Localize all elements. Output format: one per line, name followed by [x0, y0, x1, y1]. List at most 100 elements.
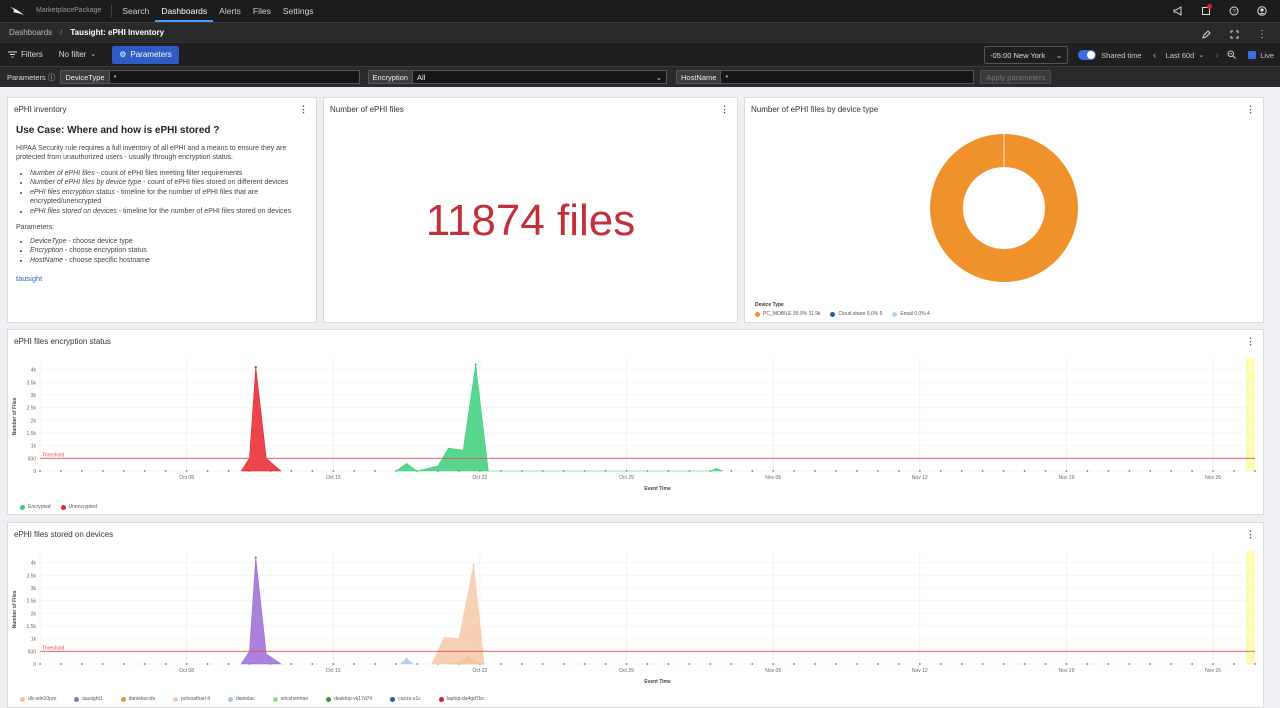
- baseline-point: [122, 470, 125, 472]
- baseline-point: [960, 663, 963, 665]
- legend-item[interactable]: Cloud share 0.0% 5: [830, 311, 882, 317]
- baseline-point: [793, 663, 796, 665]
- notification-icon[interactable]: [1192, 0, 1220, 22]
- x-tick-label: Nov 26: [1205, 475, 1221, 481]
- legend-label: danielaccds: [128, 696, 156, 702]
- baseline-point: [290, 470, 293, 472]
- legend-item[interactable]: ericsherman: [272, 696, 308, 702]
- legend-swatch: [326, 696, 332, 702]
- legend-item[interactable]: desktop-vk17d74: [326, 696, 372, 702]
- nav-files[interactable]: Files: [247, 0, 277, 22]
- chevron-down-icon[interactable]: ⌄: [1198, 51, 1204, 59]
- hostname-input[interactable]: *: [721, 70, 975, 84]
- nav-settings[interactable]: Settings: [277, 0, 320, 22]
- legend-item[interactable]: cuzzo-x1c: [390, 696, 421, 702]
- no-filter-dropdown[interactable]: No filter ⌄: [51, 46, 104, 64]
- series-area-encrypted[interactable]: [395, 364, 724, 472]
- package-name[interactable]: MarketplacePackage: [36, 5, 113, 17]
- filters-button[interactable]: Filters: [0, 46, 51, 64]
- baseline-point: [164, 663, 167, 665]
- panel-menu-icon[interactable]: ⋮: [720, 104, 729, 115]
- y-axis-label: Number of Files: [12, 397, 18, 435]
- help-icon[interactable]: ?: [1220, 0, 1248, 22]
- x-tick-label: Oct 22: [473, 475, 488, 481]
- next-range-arrow-icon[interactable]: ›: [1210, 50, 1224, 60]
- shared-time-toggle[interactable]: [1078, 50, 1097, 60]
- y-tick-label: 0: [33, 662, 36, 668]
- previous-range-arrow-icon[interactable]: ‹: [1148, 50, 1162, 60]
- baseline-point: [939, 470, 942, 472]
- nav-right-tools: ?: [1164, 0, 1276, 22]
- peak-point[interactable]: [254, 365, 257, 369]
- nav-search[interactable]: Search: [116, 0, 155, 22]
- baseline-point: [1044, 470, 1047, 472]
- baseline-point: [101, 663, 104, 665]
- list-item: Encryption - choose encryption status: [30, 246, 308, 256]
- legend-swatch: [892, 311, 898, 317]
- encryption-select[interactable]: All ⌄: [412, 70, 667, 84]
- apply-parameters-button[interactable]: Apply parameters: [980, 70, 1052, 84]
- legend-item[interactable]: Email 0.0% 4: [892, 311, 930, 317]
- parameters-button[interactable]: ⚙ Parameters: [112, 45, 179, 64]
- nav-alerts[interactable]: Alerts: [213, 0, 247, 22]
- nav-dashboards[interactable]: Dashboards: [155, 0, 214, 22]
- baseline-point: [1023, 663, 1026, 665]
- time-range-select[interactable]: Last 60d: [1166, 51, 1195, 60]
- megaphone-icon[interactable]: [1164, 0, 1192, 22]
- baseline-point: [1086, 663, 1089, 665]
- baseline-point: [730, 470, 733, 472]
- peak-point[interactable]: [472, 564, 475, 567]
- legend-item[interactable]: laptop-da4gd7bc: [438, 696, 484, 702]
- falcon-logo-icon[interactable]: [6, 0, 28, 22]
- hostname-label: HostName: [675, 70, 722, 84]
- baseline-point: [164, 470, 167, 472]
- panel-description-list: Number of ePHI files - count of ePHI fil…: [30, 169, 308, 217]
- legend-item[interactable]: Encrypted: [20, 504, 51, 510]
- tausight-link[interactable]: tausight: [16, 274, 308, 284]
- peak-point[interactable]: [405, 657, 408, 661]
- legend-item[interactable]: danielaccds: [120, 696, 156, 702]
- baseline-point: [1149, 663, 1152, 665]
- baseline-point: [646, 663, 649, 665]
- baseline-point: [1023, 470, 1026, 472]
- legend-item[interactable]: PC_MOBILE 99.9% 11.9k: [755, 311, 820, 317]
- baseline-point: [1191, 470, 1194, 472]
- x-axis-label: Event Time: [644, 486, 671, 492]
- legend-swatch: [272, 696, 278, 702]
- legend-item[interactable]: danielac: [227, 696, 255, 702]
- series-area-pchoudhari-lt[interactable]: [431, 565, 485, 665]
- baseline-point: [1002, 663, 1005, 665]
- breadcrumb-dashboards[interactable]: Dashboards: [9, 28, 52, 37]
- series-area-unencrypted[interactable]: [240, 367, 282, 472]
- timezone-select[interactable]: -05:00 New York ⌄: [984, 46, 1069, 64]
- threshold-label: Threshold: [42, 645, 64, 651]
- legend-item[interactable]: tausight1: [74, 696, 103, 702]
- baseline-point: [877, 663, 879, 665]
- baseline-point: [395, 663, 398, 665]
- live-range-highlight: [1246, 358, 1255, 471]
- baseline-point: [604, 663, 607, 665]
- baseline-point: [625, 663, 628, 665]
- baseline-point: [897, 663, 900, 665]
- baseline-point: [1170, 470, 1173, 472]
- timezone-value: -05:00 New York: [990, 50, 1046, 60]
- zoom-out-icon[interactable]: [1224, 50, 1238, 61]
- legend-item[interactable]: Unencrypted: [60, 504, 97, 510]
- baseline-point: [751, 663, 754, 665]
- y-tick-label: 0: [33, 469, 36, 475]
- list-item: DeviceType - choose device type: [30, 237, 308, 247]
- legend-item[interactable]: pchoudhari-lt: [173, 696, 210, 702]
- device-type-input[interactable]: *: [109, 70, 360, 84]
- live-range-highlight: [1246, 551, 1255, 664]
- peak-point[interactable]: [254, 556, 257, 559]
- legend-item[interactable]: dlc-win10pro: [20, 696, 56, 702]
- peak-point[interactable]: [474, 363, 477, 366]
- baseline-point: [332, 470, 335, 472]
- live-checkbox[interactable]: [1248, 51, 1257, 59]
- panel-menu-icon[interactable]: ⋮: [299, 104, 308, 115]
- user-icon[interactable]: [1248, 0, 1276, 22]
- series-area-tausight1[interactable]: [240, 557, 282, 665]
- chevron-down-icon: ⌄: [1055, 50, 1063, 60]
- main-nav: Search Dashboards Alerts Files Settings: [116, 0, 319, 22]
- baseline-point: [1065, 470, 1068, 472]
